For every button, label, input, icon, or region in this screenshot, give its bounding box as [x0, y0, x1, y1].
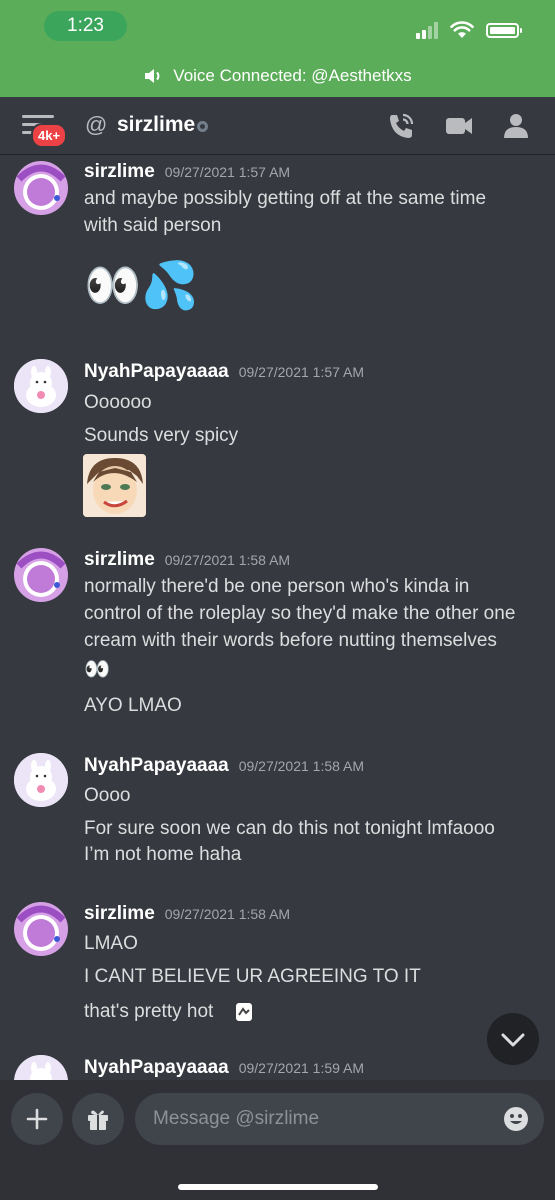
- avatar[interactable]: [14, 753, 68, 807]
- home-indicator: [178, 1184, 378, 1190]
- message-text: cream with their words before nutting th…: [84, 630, 497, 651]
- author-name[interactable]: NyahPapayaaaa: [84, 1057, 229, 1079]
- message-text: with said person: [84, 215, 222, 236]
- message-text: Oooooo: [84, 392, 152, 413]
- message-header: NyahPapayaaaa 09/27/2021 1:59 AM: [84, 1057, 364, 1079]
- gift-button[interactable]: [72, 1093, 124, 1145]
- message-text: For sure soon we can do this not tonight…: [84, 818, 495, 839]
- author-name[interactable]: NyahPapayaaaa: [84, 755, 229, 777]
- author-name[interactable]: sirzlime: [84, 161, 155, 183]
- offline-status-icon: [197, 121, 208, 132]
- scroll-to-bottom-button[interactable]: [487, 1013, 539, 1065]
- message-text: AYO LMAO: [84, 695, 182, 716]
- members-icon[interactable]: [501, 111, 531, 141]
- wifi-icon: [450, 21, 474, 38]
- message-text: Sounds very spicy: [84, 425, 239, 446]
- avatar[interactable]: [14, 548, 68, 602]
- timestamp: 09/27/2021 1:58 AM: [164, 906, 291, 922]
- sticker-icon: [236, 1003, 252, 1021]
- sticker-image[interactable]: [83, 454, 146, 517]
- message-list[interactable]: sirzlime 09/27/2021 1:57 AM and maybe po…: [0, 155, 555, 1080]
- channel-name[interactable]: sirzlime: [117, 113, 195, 137]
- author-name[interactable]: NyahPapayaaaa: [84, 361, 229, 383]
- message-text: that's pretty hot: [84, 1001, 214, 1022]
- author-name[interactable]: sirzlime: [84, 903, 155, 925]
- message-header: sirzlime 09/27/2021 1:58 AM: [84, 903, 290, 925]
- message-composer: [0, 1080, 555, 1200]
- author-name[interactable]: sirzlime: [84, 549, 155, 571]
- speaker-icon: [145, 69, 160, 83]
- timestamp: 09/27/2021 1:59 AM: [238, 1060, 365, 1076]
- avatar[interactable]: [14, 161, 68, 215]
- at-icon: @: [85, 112, 108, 137]
- timestamp: 09/27/2021 1:58 AM: [238, 758, 365, 774]
- message-text: control of the roleplay so they'd make t…: [84, 603, 516, 624]
- message-text: and maybe possibly getting off at the sa…: [84, 188, 487, 209]
- message-header: sirzlime 09/27/2021 1:58 AM: [84, 549, 290, 571]
- timestamp: 09/27/2021 1:58 AM: [164, 552, 291, 568]
- message-text: Oooo: [84, 785, 131, 806]
- call-icon[interactable]: [386, 111, 416, 141]
- chevron-down-icon: [501, 1033, 525, 1047]
- battery-icon: [486, 22, 522, 38]
- clock: 1:23: [44, 11, 127, 41]
- gift-icon: [88, 1110, 108, 1130]
- video-icon[interactable]: [444, 111, 474, 141]
- message-text: I’m not home haha: [84, 844, 242, 865]
- system-icons: [416, 18, 522, 42]
- voice-status-bar[interactable]: 1:23 Voice Connected: @Aesthetkxs: [0, 0, 555, 97]
- message-header: NyahPapayaaaa 09/27/2021 1:57 AM: [84, 361, 364, 383]
- message-text: LMAO: [84, 933, 138, 954]
- avatar[interactable]: [14, 1055, 68, 1080]
- message-text: I CANT BELIEVE UR AGREEING TO IT: [84, 966, 421, 987]
- timestamp: 09/27/2021 1:57 AM: [238, 364, 365, 380]
- add-attachment-button[interactable]: [11, 1093, 63, 1145]
- emoji-icon[interactable]: [503, 1106, 529, 1132]
- channel-header: 4k+ @ sirzlime: [0, 97, 555, 155]
- message-input[interactable]: [135, 1093, 544, 1145]
- voice-connected[interactable]: Voice Connected: @Aesthetkxs: [0, 66, 555, 86]
- notification-badge: 4k+: [31, 123, 68, 148]
- plus-icon: [26, 1108, 48, 1130]
- avatar[interactable]: [14, 359, 68, 413]
- timestamp: 09/27/2021 1:57 AM: [164, 164, 291, 180]
- voice-connected-label: Voice Connected: @Aesthetkxs: [173, 66, 412, 85]
- emoji-message: 👀💦: [84, 259, 199, 311]
- message-text: normally there'd be one person who's kin…: [84, 576, 470, 597]
- message-header: sirzlime 09/27/2021 1:57 AM: [84, 161, 290, 183]
- message-header: NyahPapayaaaa 09/27/2021 1:58 AM: [84, 755, 364, 777]
- signal-icon: [416, 21, 438, 39]
- avatar[interactable]: [14, 902, 68, 956]
- message-text: 👀: [84, 658, 111, 681]
